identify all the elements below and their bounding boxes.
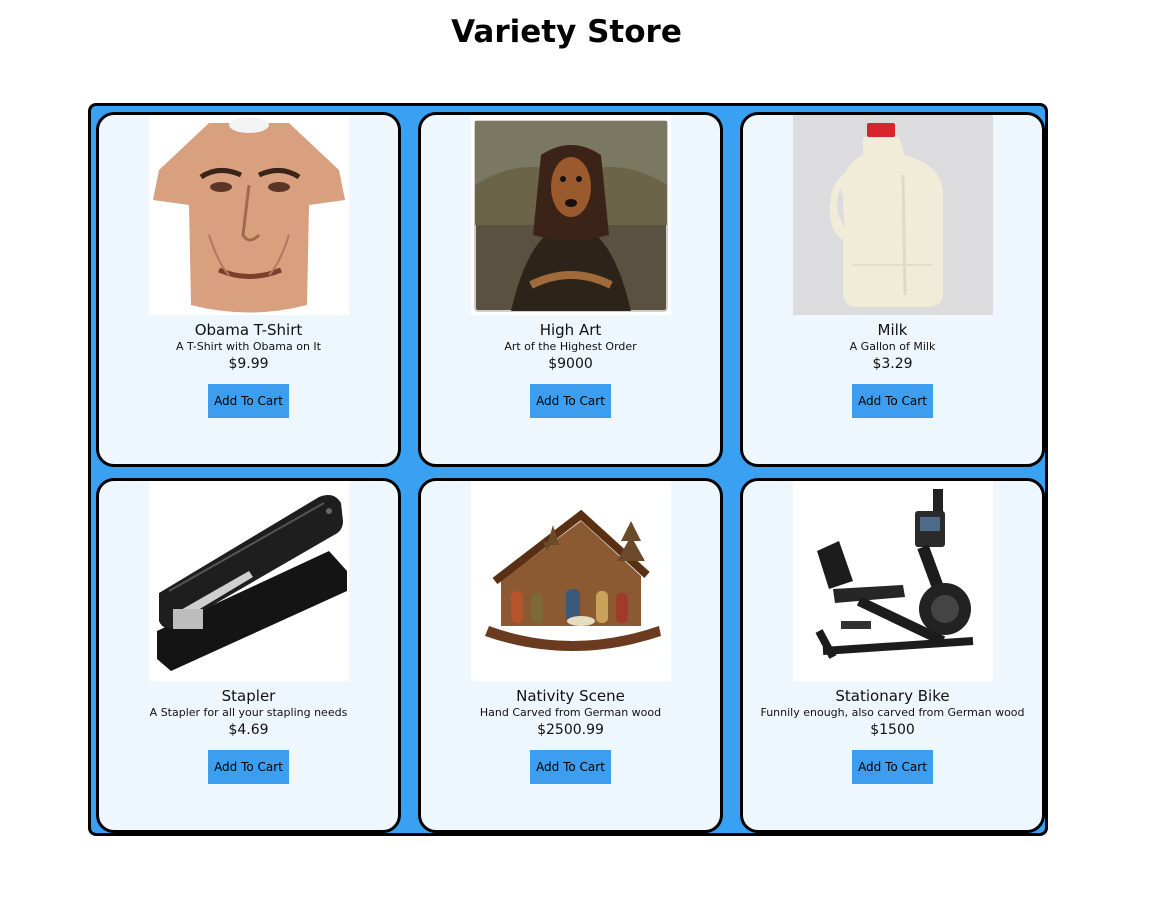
- product-price: $1500: [870, 722, 915, 738]
- product-card: Obama T-Shirt A T-Shirt with Obama on It…: [96, 112, 401, 467]
- tshirt-image: [148, 115, 349, 315]
- product-name: High Art: [539, 321, 602, 339]
- add-to-cart-button[interactable]: Add To Cart: [852, 384, 933, 418]
- product-description: A Gallon of Milk: [849, 340, 936, 353]
- product-card: High Art Art of the Highest Order $9000 …: [418, 112, 723, 467]
- product-name: Stapler: [221, 687, 276, 705]
- product-card: Stapler A Stapler for all your stapling …: [96, 478, 401, 833]
- stapler-image: [148, 481, 349, 681]
- product-name: Nativity Scene: [516, 687, 625, 705]
- product-card: Nativity Scene Hand Carved from German w…: [418, 478, 723, 833]
- product-price: $2500.99: [537, 722, 604, 738]
- add-to-cart-button[interactable]: Add To Cart: [852, 750, 933, 784]
- painting-image: [470, 115, 671, 315]
- product-card: Milk A Gallon of Milk $3.29 Add To Cart: [740, 112, 1045, 467]
- page-title: Variety Store: [451, 14, 682, 50]
- product-grid: Obama T-Shirt A T-Shirt with Obama on It…: [88, 103, 1048, 836]
- product-description: Hand Carved from German wood: [479, 706, 662, 719]
- add-to-cart-button[interactable]: Add To Cart: [530, 384, 611, 418]
- product-description: Art of the Highest Order: [504, 340, 637, 353]
- exercise-bike-image: [792, 481, 993, 681]
- product-price: $3.29: [872, 356, 913, 372]
- product-price: $9.99: [228, 356, 269, 372]
- add-to-cart-button[interactable]: Add To Cart: [530, 750, 611, 784]
- product-name: Obama T-Shirt: [194, 321, 303, 339]
- product-description: Funnily enough, also carved from German …: [760, 706, 1025, 719]
- product-description: A T-Shirt with Obama on It: [176, 340, 321, 353]
- add-to-cart-button[interactable]: Add To Cart: [208, 750, 289, 784]
- product-card: Stationary Bike Funnily enough, also car…: [740, 478, 1045, 833]
- product-name: Stationary Bike: [835, 687, 950, 705]
- product-name: Milk: [877, 321, 908, 339]
- product-price: $9000: [548, 356, 593, 372]
- add-to-cart-button[interactable]: Add To Cart: [208, 384, 289, 418]
- nativity-scene-image: [470, 481, 671, 681]
- product-description: A Stapler for all your stapling needs: [149, 706, 348, 719]
- milk-jug-image: [792, 115, 993, 315]
- product-price: $4.69: [228, 722, 269, 738]
